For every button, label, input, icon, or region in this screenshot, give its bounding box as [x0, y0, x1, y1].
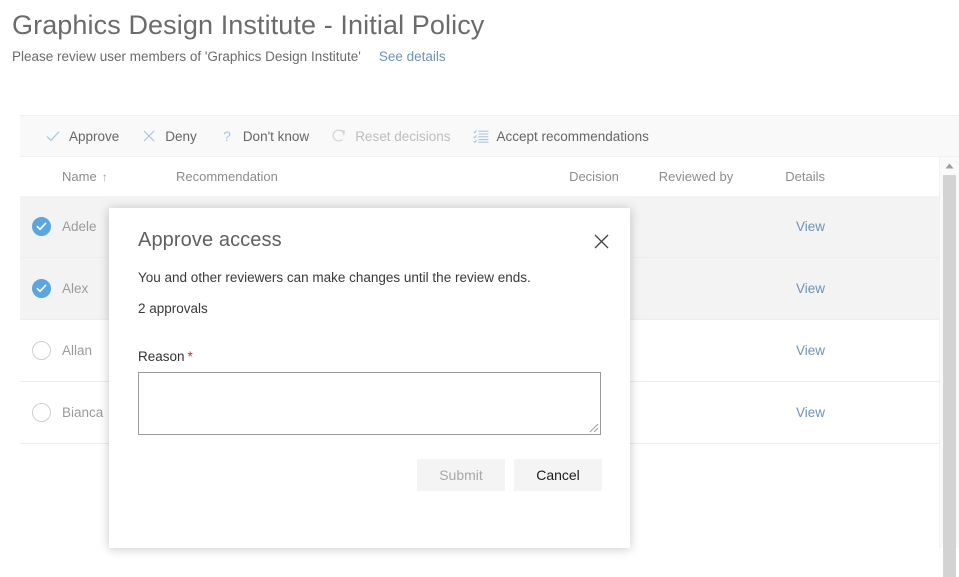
- reset-decisions-button[interactable]: Reset decisions: [320, 116, 461, 157]
- column-header-reviewed-by[interactable]: Reviewed by: [642, 169, 750, 184]
- required-marker: *: [188, 349, 193, 364]
- row-details-view-link[interactable]: View: [796, 343, 825, 358]
- dialog-actions: Submit Cancel: [109, 435, 630, 491]
- question-mark-icon: ?: [219, 128, 235, 144]
- page-title: Graphics Design Institute - Initial Poli…: [12, 8, 959, 42]
- sort-ascending-icon: ↑: [102, 170, 108, 184]
- row-select-cell[interactable]: [20, 279, 62, 298]
- dialog-description: You and other reviewers can make changes…: [109, 252, 630, 285]
- dont-know-button-label: Don't know: [243, 129, 309, 144]
- approve-button[interactable]: Approve: [34, 116, 130, 157]
- column-header-name-label: Name: [62, 169, 97, 184]
- dialog-approval-count: 2 approvals: [109, 285, 630, 316]
- resize-handle-icon[interactable]: [588, 422, 599, 433]
- row-checkbox-unchecked-icon[interactable]: [32, 403, 51, 422]
- row-checkbox-checked-icon[interactable]: [32, 217, 51, 236]
- svg-text:?: ?: [223, 128, 231, 144]
- accept-recommendations-button[interactable]: Accept recommendations: [462, 116, 660, 157]
- row-select-cell[interactable]: [20, 403, 62, 422]
- dont-know-button[interactable]: ? Don't know: [208, 116, 320, 157]
- scroll-up-arrow-icon[interactable]: [940, 157, 959, 174]
- reset-decisions-button-label: Reset decisions: [355, 129, 450, 144]
- reason-label-text: Reason: [138, 349, 185, 364]
- row-details-view-link[interactable]: View: [796, 281, 825, 296]
- table-header-row: Name ↑ Recommendation Decision Reviewed b…: [20, 157, 940, 196]
- page-header: Graphics Design Institute - Initial Poli…: [0, 0, 959, 64]
- row-details-view-link[interactable]: View: [796, 405, 825, 420]
- page-subtitle: Please review user members of 'Graphics …: [12, 49, 361, 64]
- redo-arrow-icon: [331, 128, 347, 144]
- scrollbar-thumb[interactable]: [943, 175, 956, 577]
- cancel-button[interactable]: Cancel: [514, 459, 602, 491]
- cross-icon: [141, 128, 157, 144]
- submit-button[interactable]: Submit: [417, 459, 505, 491]
- row-checkbox-unchecked-icon[interactable]: [32, 341, 51, 360]
- deny-button-label: Deny: [165, 129, 197, 144]
- row-select-cell[interactable]: [20, 217, 62, 236]
- column-header-decision[interactable]: Decision: [546, 169, 642, 184]
- accept-recommendations-button-label: Accept recommendations: [497, 129, 649, 144]
- reason-field-label: Reason*: [109, 316, 630, 364]
- table-scrollbar[interactable]: [939, 157, 959, 548]
- command-bar: Approve Deny ? Don't know Reset decision…: [20, 116, 959, 157]
- subtitle-row: Please review user members of 'Graphics …: [12, 49, 959, 64]
- row-select-cell[interactable]: [20, 341, 62, 360]
- dialog-title: Approve access: [109, 208, 630, 252]
- column-header-details[interactable]: Details: [750, 169, 838, 184]
- reason-input[interactable]: [138, 372, 601, 435]
- checkmark-icon: [45, 128, 61, 144]
- deny-button[interactable]: Deny: [130, 116, 208, 157]
- row-checkbox-checked-icon[interactable]: [32, 279, 51, 298]
- row-details-view-link[interactable]: View: [796, 219, 825, 234]
- close-icon[interactable]: [588, 228, 614, 254]
- approve-access-dialog: Approve access You and other reviewers c…: [109, 208, 630, 548]
- approve-button-label: Approve: [69, 129, 119, 144]
- column-header-recommendation[interactable]: Recommendation: [176, 169, 546, 184]
- see-details-link[interactable]: See details: [379, 49, 446, 64]
- checklist-icon: [473, 128, 489, 144]
- column-header-name[interactable]: Name ↑: [62, 169, 176, 184]
